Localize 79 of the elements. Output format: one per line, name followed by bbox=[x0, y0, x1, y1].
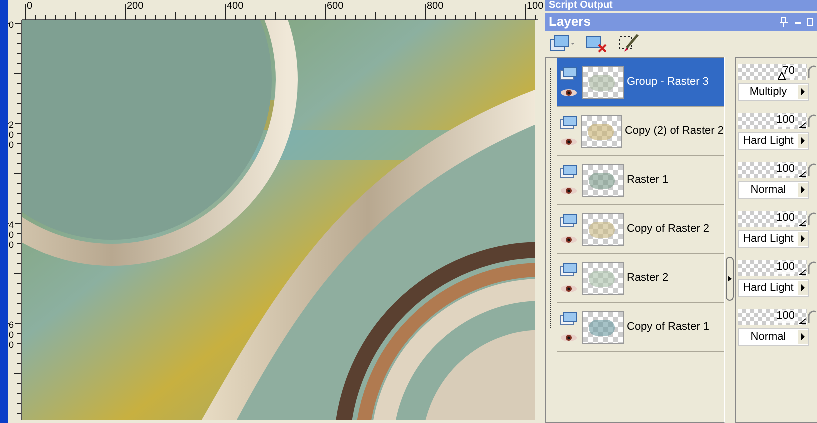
opacity-slider[interactable]: 100 bbox=[738, 309, 807, 325]
ruler-label: 100 bbox=[527, 1, 545, 12]
ring-icon[interactable] bbox=[808, 65, 816, 79]
layer-row[interactable]: Copy of Raster 2 bbox=[557, 205, 724, 254]
layer-name: Copy (2) of Raster 2 bbox=[624, 124, 724, 139]
ruler-label: 0 bbox=[27, 1, 34, 12]
eye-icon[interactable] bbox=[560, 89, 578, 97]
layer-icon[interactable] bbox=[560, 263, 578, 277]
layer-thumbnail bbox=[582, 262, 624, 294]
layer-name: Group - Raster 3 bbox=[627, 74, 709, 90]
ruler-label: 600 bbox=[9, 320, 15, 350]
dropdown-arrow-icon[interactable] bbox=[798, 232, 808, 246]
dropdown-arrow-icon[interactable] bbox=[798, 330, 808, 344]
dropdown-arrow-icon[interactable] bbox=[798, 134, 808, 148]
layer-thumbnail bbox=[582, 66, 624, 98]
blend-mode-dropdown[interactable]: Normal bbox=[738, 328, 809, 346]
slider-thumb[interactable] bbox=[799, 121, 807, 129]
slider-thumb[interactable] bbox=[799, 268, 807, 276]
opacity-slider[interactable]: 100 bbox=[738, 162, 807, 178]
ruler-label: 200 bbox=[127, 1, 145, 12]
eye-icon[interactable] bbox=[560, 138, 578, 146]
blend-mode-dropdown[interactable]: Normal bbox=[738, 181, 809, 199]
eye-icon[interactable] bbox=[560, 334, 578, 342]
layer-thumbnail bbox=[582, 212, 624, 246]
layer-icon[interactable] bbox=[560, 116, 578, 130]
opacity-value: 100 bbox=[776, 163, 795, 176]
layer-row[interactable]: Group - Raster 3 bbox=[557, 58, 724, 107]
layer-name: Copy of Raster 1 bbox=[627, 320, 710, 335]
blend-mode-dropdown[interactable]: Multiply bbox=[738, 83, 809, 101]
ruler-label: 200 bbox=[9, 120, 15, 150]
pin-icon[interactable] bbox=[780, 17, 788, 27]
ruler-label: 600 bbox=[327, 1, 345, 12]
blend-mode-dropdown[interactable]: Hard Light bbox=[738, 279, 809, 297]
opacity-slider[interactable]: 100 bbox=[738, 211, 807, 227]
layer-thumbnail bbox=[581, 114, 622, 148]
layer-icon[interactable] bbox=[560, 312, 578, 326]
layer-row[interactable]: Raster 2 bbox=[557, 254, 724, 303]
splitter-handle[interactable] bbox=[726, 257, 734, 301]
dropdown-arrow-icon[interactable] bbox=[798, 281, 808, 295]
blend-mode-dropdown[interactable]: Hard Light bbox=[738, 132, 809, 150]
opacity-value: 100 bbox=[776, 114, 795, 127]
eye-icon[interactable] bbox=[560, 285, 578, 293]
layer-icon[interactable] bbox=[560, 214, 578, 228]
layer-thumbnail bbox=[582, 310, 624, 344]
blend-mode-dropdown[interactable]: Hard Light bbox=[738, 230, 809, 248]
ruler-label: 800 bbox=[427, 1, 445, 12]
ruler-label: 0 bbox=[9, 20, 15, 30]
eye-icon[interactable] bbox=[560, 187, 578, 195]
panel-title: Script Output bbox=[548, 0, 613, 11]
delete-layer-icon[interactable] bbox=[586, 35, 608, 53]
window-icon[interactable] bbox=[807, 18, 813, 26]
layer-name: Raster 1 bbox=[627, 172, 669, 188]
new-layer-icon[interactable] bbox=[550, 35, 576, 53]
layer-row[interactable]: Copy of Raster 1 bbox=[557, 303, 724, 352]
panel-title: Layers bbox=[549, 13, 591, 32]
ruler-label: 400 bbox=[227, 1, 245, 12]
opacity-slider[interactable]: 100 bbox=[738, 113, 807, 129]
slider-thumb[interactable] bbox=[799, 170, 807, 178]
layer-name: Raster 2 bbox=[627, 270, 669, 286]
expand-arrow-icon[interactable] bbox=[728, 276, 732, 282]
opacity-value: 100 bbox=[776, 310, 795, 323]
layer-icon[interactable] bbox=[560, 67, 578, 81]
ruler-label: 400 bbox=[9, 220, 15, 250]
layer-row[interactable]: Copy (2) of Raster 2 bbox=[557, 107, 724, 156]
opacity-slider[interactable]: 100 bbox=[738, 260, 807, 276]
opacity-value: 100 bbox=[776, 212, 795, 225]
dropdown-arrow-icon[interactable] bbox=[798, 85, 808, 99]
layer-icon[interactable] bbox=[560, 165, 578, 179]
layer-thumbnail bbox=[582, 164, 624, 196]
opacity-value: 70 bbox=[782, 65, 795, 78]
slider-thumb[interactable] bbox=[799, 219, 807, 227]
selection-brush-icon[interactable] bbox=[618, 34, 640, 54]
eye-icon[interactable] bbox=[560, 236, 578, 244]
dropdown-arrow-icon[interactable] bbox=[798, 183, 808, 197]
layer-row[interactable]: Raster 1 bbox=[557, 156, 724, 205]
opacity-slider[interactable]: 70 bbox=[738, 64, 807, 80]
opacity-value: 100 bbox=[776, 261, 795, 274]
layer-name: Copy of Raster 2 bbox=[627, 222, 710, 237]
slider-thumb[interactable] bbox=[799, 317, 807, 325]
